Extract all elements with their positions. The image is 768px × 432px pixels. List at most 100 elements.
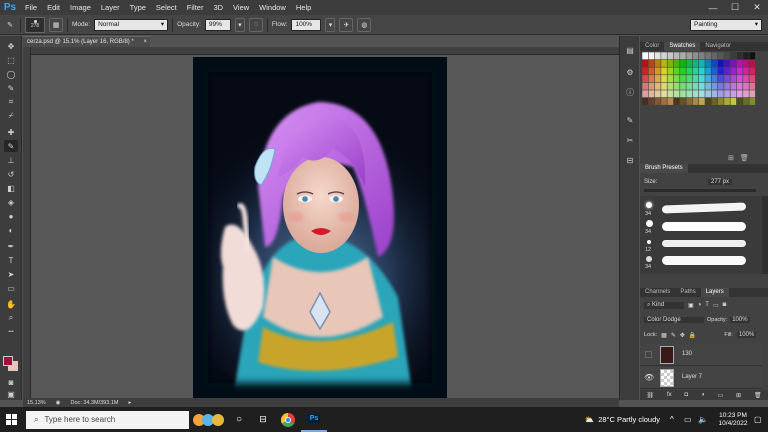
path-selection-tool-icon[interactable]: ➤ [4,268,18,280]
tray-overflow-icon[interactable]: ^ [670,415,684,424]
swatch[interactable] [642,75,648,83]
foreground-color-swatch[interactable] [3,356,13,366]
swatch[interactable] [705,97,711,105]
tab-color[interactable]: Color [640,42,664,51]
swatch[interactable] [654,67,661,75]
swatch[interactable] [692,82,699,90]
swatch[interactable] [654,59,661,67]
swatch[interactable] [724,67,730,75]
swatch[interactable] [724,52,730,60]
swatch[interactable] [642,67,648,75]
swatch[interactable] [711,59,718,67]
swatch[interactable] [736,75,743,83]
swatch[interactable] [673,90,680,98]
swatch[interactable] [661,75,667,83]
tab-layers[interactable]: Layers [700,288,729,297]
document-tab[interactable]: cerza.psd @ 15.1% (Layer 16, RGB/8) * × [23,36,150,47]
rectangle-tool-icon[interactable]: ▭ [4,282,18,294]
swatch[interactable] [730,75,737,83]
swatch[interactable] [699,59,705,67]
swatch[interactable] [717,52,724,60]
swatch[interactable] [648,97,655,105]
swatch[interactable] [743,90,749,98]
zoom-level[interactable]: 15.13% [27,400,46,406]
swatch[interactable] [686,97,693,105]
swatch[interactable] [654,97,661,105]
swatch[interactable] [686,90,693,98]
tab-navigator[interactable]: Navigator [700,42,736,51]
swatch[interactable] [673,59,680,67]
clock[interactable]: 10:23 PM 10/4/2022 [712,412,754,428]
swatch[interactable] [680,75,686,83]
swatch[interactable] [692,59,699,67]
airbrush-icon[interactable]: ✈ [339,17,354,32]
swatch-cells[interactable] [642,52,760,108]
swatch[interactable] [749,52,756,60]
history-brush-tool-icon[interactable]: ↺ [4,168,18,180]
history-panel-icon[interactable]: ▤ [623,44,637,56]
swatch[interactable] [686,52,693,60]
taskbar-search-box[interactable]: ⌕ Type here to search [26,410,189,429]
swatch[interactable] [673,75,680,83]
swatch[interactable] [686,59,693,67]
info-icon[interactable]: ◉ [56,400,61,406]
swatch[interactable] [724,75,730,83]
add-mask-icon[interactable]: ◘ [684,392,688,398]
swatch[interactable] [667,75,674,83]
pressure-size-icon[interactable]: ◍ [357,17,372,32]
flow-dropdown-icon[interactable]: ▾ [325,17,336,32]
swatch[interactable] [711,67,718,75]
swatch[interactable] [699,82,705,90]
tab-brush-presets[interactable]: Brush Presets [640,164,688,173]
hand-tool-icon[interactable]: ✋ [4,298,18,310]
quick-selection-tool-icon[interactable]: ✎ [4,82,18,94]
swatch[interactable] [717,67,724,75]
menu-file[interactable]: File [20,0,42,15]
swatch[interactable] [673,52,680,60]
swatch[interactable] [724,90,730,98]
type-tool-icon[interactable]: T [4,254,18,266]
swatch[interactable] [711,97,718,105]
delete-layer-icon[interactable]: 🗑 [754,392,762,399]
brush-panel-icon[interactable]: ✎ [623,114,637,126]
eraser-tool-icon[interactable]: ◧ [4,182,18,194]
filter-shape-icon[interactable]: ▭ [713,302,719,309]
lasso-tool-icon[interactable]: ◯ [4,68,18,80]
properties-panel-icon[interactable]: ⚙ [623,66,637,78]
swatch[interactable] [648,82,655,90]
swatch[interactable] [743,59,749,67]
swatch[interactable] [717,97,724,105]
swatch[interactable] [705,59,711,67]
swatch[interactable] [736,59,743,67]
swatch[interactable] [642,90,648,98]
paint-bucket-tool-icon[interactable]: ◈ [4,196,18,208]
swatch[interactable] [680,67,686,75]
swatch[interactable] [642,97,648,105]
notifications-icon[interactable]: ▢ [754,415,768,424]
swatch[interactable] [749,67,756,75]
swatch[interactable] [705,90,711,98]
workspace-select[interactable]: Painting ▾ [690,18,762,31]
brush-list-scrollbar[interactable] [762,196,768,274]
brush-panel-toggle-icon[interactable]: ▦ [49,17,63,32]
new-layer-icon[interactable]: ⊞ [736,392,741,399]
swatch[interactable] [730,59,737,67]
swatch[interactable] [648,90,655,98]
swatches-grid[interactable] [642,52,760,108]
swatch[interactable] [661,67,667,75]
swatch[interactable] [692,75,699,83]
eyedropper-tool-icon[interactable]: ⌿ [4,110,18,122]
fill-input[interactable]: 100% [736,332,757,338]
menu-type[interactable]: Type [125,0,151,15]
task-view-icon[interactable]: ○ [227,414,251,425]
swatch[interactable] [730,90,737,98]
swatch[interactable] [667,90,674,98]
layer-style-icon[interactable]: fx [667,392,672,398]
menu-layer[interactable]: Layer [96,0,125,15]
swatch[interactable] [654,75,661,83]
swatch[interactable] [673,67,680,75]
swatch[interactable] [667,67,674,75]
swatch[interactable] [654,52,661,60]
swatch[interactable] [642,52,648,60]
swatch[interactable] [699,75,705,83]
